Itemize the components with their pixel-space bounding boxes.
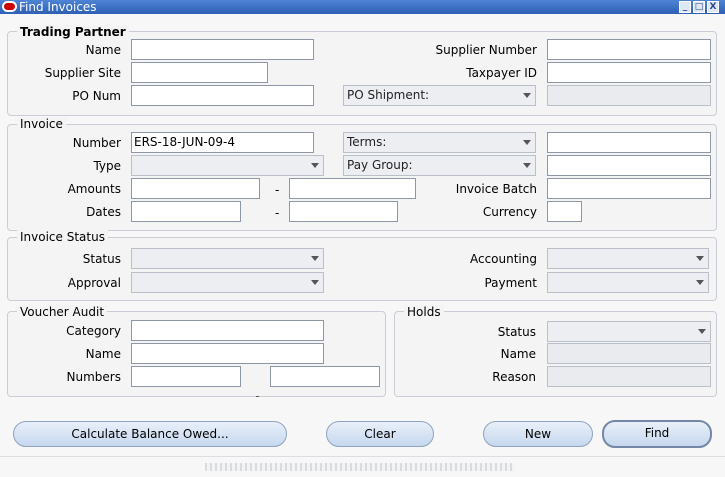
voucher-name-field[interactable] — [131, 343, 324, 364]
holds-legend: Holds — [404, 305, 444, 319]
chevron-down-icon — [311, 256, 319, 261]
taxpayer-id-field[interactable] — [547, 62, 711, 83]
chevron-down-icon — [523, 163, 531, 168]
hold-reason-field — [547, 366, 711, 387]
minimize-icon[interactable]: _ — [679, 1, 691, 13]
invoice-number-field[interactable]: ERS-18-JUN-09-4 — [131, 132, 314, 153]
po-shipment-select[interactable]: PO Shipment: — [343, 85, 536, 106]
invoice-status-legend: Invoice Status — [17, 230, 108, 244]
tp-name-label: Name — [85, 43, 121, 57]
hold-status-label: Status — [497, 325, 536, 339]
accounting-label: Accounting — [469, 252, 537, 266]
invoice-batch-label: Invoice Batch — [455, 182, 537, 196]
supplier-site-label: Supplier Site — [44, 66, 121, 80]
po-shipment-label: PO Shipment: — [347, 88, 430, 102]
currency-label: Currency — [482, 205, 537, 219]
supplier-number-label: Supplier Number — [435, 43, 537, 57]
new-button[interactable]: New — [483, 421, 593, 447]
chevron-down-icon — [311, 280, 319, 285]
invoice-number-label: Number — [72, 136, 121, 150]
invoice-status-label: Status — [82, 252, 121, 266]
voucher-audit-legend: Voucher Audit — [17, 305, 108, 319]
date-from-field[interactable] — [131, 201, 241, 222]
terms-field[interactable] — [547, 132, 711, 153]
chevron-down-icon — [696, 256, 704, 261]
amount-to-field[interactable] — [289, 178, 416, 199]
currency-field[interactable] — [547, 201, 582, 222]
po-num-label: PO Num — [72, 89, 121, 103]
taxpayer-id-label: Taxpayer ID — [466, 66, 537, 80]
hold-name-label: Name — [500, 347, 536, 361]
clear-button[interactable]: Clear — [326, 421, 434, 447]
supplier-number-field[interactable] — [547, 39, 711, 60]
oracle-logo-icon — [2, 1, 17, 12]
numbers-range-mark — [256, 396, 259, 397]
calculate-balance-owed-button[interactable]: Calculate Balance Owed... — [13, 421, 287, 447]
invoice-batch-field[interactable] — [547, 178, 711, 199]
invoice-type-select[interactable] — [131, 155, 324, 176]
voucher-category-field[interactable] — [131, 320, 324, 341]
tp-name-field[interactable] — [131, 39, 314, 60]
voucher-number-to-field[interactable] — [270, 366, 380, 387]
pay-group-field[interactable] — [547, 155, 711, 176]
hold-status-select[interactable] — [547, 321, 711, 342]
dates-label: Dates — [86, 205, 121, 219]
close-icon[interactable]: X — [707, 1, 719, 13]
voucher-numbers-label: Numbers — [66, 370, 121, 384]
voucher-number-from-field[interactable] — [131, 366, 241, 387]
approval-select[interactable] — [131, 272, 324, 293]
terms-select[interactable]: Terms: — [343, 132, 536, 153]
window-title: Find Invoices — [19, 0, 97, 14]
invoice-legend: Invoice — [17, 117, 66, 131]
footer-divider — [0, 456, 725, 457]
window-title-bar[interactable]: Find Invoices _ □ X — [0, 0, 725, 14]
chevron-down-icon — [311, 163, 319, 168]
voucher-name-label: Name — [85, 347, 121, 361]
supplier-site-field[interactable] — [131, 62, 268, 83]
date-range-separator: - — [275, 206, 280, 220]
hold-reason-label: Reason — [492, 370, 536, 384]
chevron-down-icon — [523, 140, 531, 145]
resize-grip[interactable] — [205, 463, 515, 471]
po-shipment-field — [547, 85, 711, 106]
hold-name-field — [547, 343, 711, 364]
amount-range-separator: - — [275, 183, 280, 197]
invoice-status-select[interactable] — [131, 248, 324, 269]
invoice-type-label: Type — [93, 159, 121, 173]
pay-group-select[interactable]: Pay Group: — [343, 155, 536, 176]
chevron-down-icon — [523, 93, 531, 98]
find-button[interactable]: Find — [602, 420, 712, 448]
voucher-category-label: Category — [66, 324, 121, 338]
pay-group-label: Pay Group: — [347, 158, 413, 172]
trading-partner-legend: Trading Partner — [17, 25, 129, 39]
date-to-field[interactable] — [289, 201, 398, 222]
chevron-down-icon — [698, 329, 706, 334]
maximize-icon[interactable]: □ — [693, 1, 705, 13]
po-num-field[interactable] — [131, 85, 314, 106]
chevron-down-icon — [696, 280, 704, 285]
approval-label: Approval — [67, 276, 121, 290]
terms-label: Terms: — [347, 135, 387, 149]
payment-label: Payment — [484, 276, 537, 290]
amounts-label: Amounts — [67, 182, 121, 196]
amount-from-field[interactable] — [131, 178, 260, 199]
accounting-select[interactable] — [547, 248, 709, 269]
payment-select[interactable] — [547, 272, 709, 293]
